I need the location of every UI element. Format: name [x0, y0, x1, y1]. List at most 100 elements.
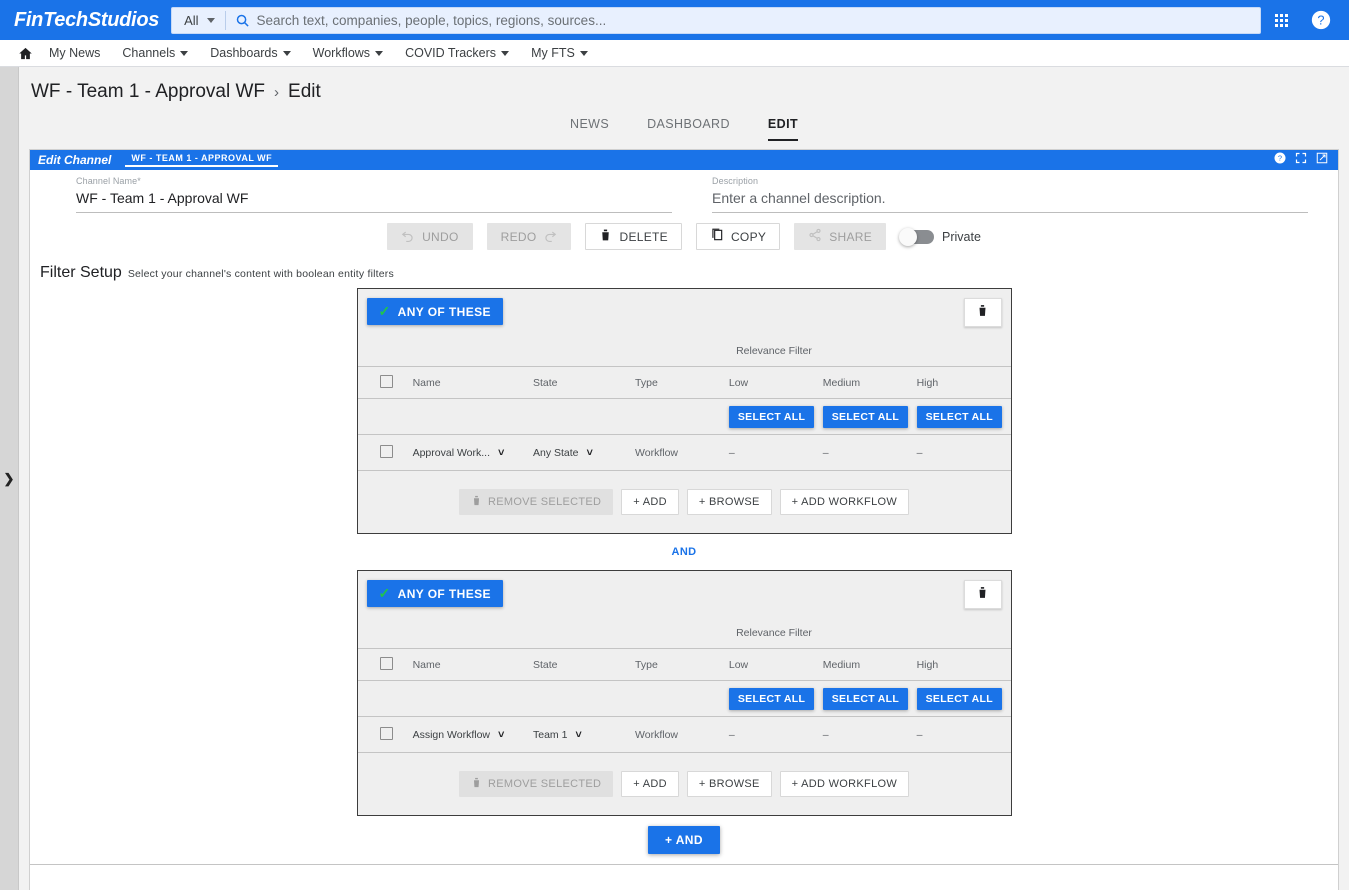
select-all-medium-cell: SELECT ALL [822, 398, 917, 435]
column-header-medium: Medium [822, 648, 917, 681]
copy-label: COPY [730, 229, 767, 244]
add-and-button[interactable]: + AND [648, 826, 720, 854]
filter-table: Name State Type Low Medium High SELECT A… [357, 648, 1011, 753]
select-all-high-button[interactable]: SELECT ALL [916, 405, 1002, 428]
channel-name-input[interactable]: WF - Team 1 - Approval WF [76, 186, 672, 213]
brand-logo[interactable]: FinTechStudios [0, 9, 171, 32]
select-all-low-button[interactable]: SELECT ALL [728, 687, 815, 710]
search-icon [235, 13, 250, 28]
row-name-cell: Approval Work... ˅ [412, 434, 533, 471]
select-all-medium-button[interactable]: SELECT ALL [822, 687, 909, 710]
trash-icon [471, 494, 482, 510]
help-circle-icon[interactable]: ? [1301, 0, 1341, 40]
search-scope-selector[interactable]: All [172, 10, 226, 30]
row-low-cell[interactable]: – [728, 716, 823, 753]
row-state-cell: Team 1 ˅ [532, 716, 636, 753]
channel-name-field[interactable]: Channel Name* WF - Team 1 - Approval WF [76, 176, 672, 213]
share-button[interactable]: SHARE [794, 223, 887, 250]
column-header-high: High [916, 366, 1011, 399]
operator-button[interactable]: ✓ ANY OF THESE [366, 298, 503, 325]
row-low-cell[interactable]: – [728, 434, 823, 471]
nav-item-covid-trackers[interactable]: COVID Trackers [394, 40, 520, 66]
select-all-row: SELECT ALL SELECT ALL SELECT ALL [357, 398, 1011, 435]
add-workflow-button[interactable]: + ADD WORKFLOW [779, 771, 910, 797]
chevron-right-icon: ❯ [3, 470, 15, 486]
help-circle-icon[interactable]: ? [1274, 151, 1286, 169]
select-all-high-cell: SELECT ALL [916, 680, 1011, 717]
sidebar-expand-toggle[interactable]: ❯ [0, 67, 18, 890]
select-all-low-button[interactable]: SELECT ALL [728, 405, 815, 428]
delete-block-button[interactable] [963, 298, 1002, 327]
search-bar[interactable]: All [171, 6, 1261, 34]
description-field[interactable]: Description Enter a channel description. [712, 176, 1308, 213]
trash-icon [471, 776, 482, 792]
redo-icon [543, 228, 557, 245]
fullscreen-icon[interactable] [1295, 151, 1307, 169]
toggle-knob [899, 227, 918, 246]
delete-block-button[interactable] [963, 580, 1002, 609]
nav-item-workflows[interactable]: Workflows [302, 40, 394, 66]
select-all-checkbox[interactable] [379, 374, 393, 388]
redo-button[interactable]: REDO [486, 223, 572, 250]
row-name-dropdown[interactable]: Approval Work... ˅ [413, 447, 533, 459]
row-state-dropdown[interactable]: Team 1 ˅ [533, 729, 635, 741]
row-checkbox[interactable] [379, 444, 393, 458]
nav-item-channels[interactable]: Channels [111, 40, 199, 66]
nav-item-my-fts[interactable]: My FTS [520, 40, 599, 66]
operator-button[interactable]: ✓ ANY OF THESE [366, 580, 503, 607]
filter-block: ✓ ANY OF THESE Relevance Filter Name Sta… [356, 288, 1012, 534]
row-name-cell: Assign Workflow ˅ [412, 716, 533, 753]
description-input[interactable]: Enter a channel description. [712, 186, 1308, 213]
column-header-medium: Medium [822, 366, 917, 399]
row-name-dropdown[interactable]: Assign Workflow ˅ [413, 729, 533, 741]
row-checkbox-cell [357, 716, 413, 753]
row-high-cell[interactable]: – [916, 434, 1011, 471]
search-input[interactable] [256, 12, 1260, 28]
add-button[interactable]: + ADD [621, 489, 679, 515]
column-header-high: High [916, 648, 1011, 681]
row-high-cell[interactable]: – [916, 716, 1011, 753]
nav-item-my-news[interactable]: My News [38, 40, 111, 66]
remove-selected-button[interactable]: REMOVE SELECTED [458, 771, 614, 797]
column-header-name: Name [412, 366, 533, 399]
toggle-track[interactable] [899, 227, 935, 246]
open-editor-icon[interactable] [1316, 151, 1328, 169]
select-all-high-button[interactable]: SELECT ALL [916, 687, 1002, 710]
row-state-dropdown[interactable]: Any State ˅ [533, 447, 635, 459]
row-medium-cell[interactable]: – [822, 434, 917, 471]
relevance-filter-header: Relevance Filter [736, 627, 812, 639]
row-medium-cell[interactable]: – [822, 716, 917, 753]
delete-button[interactable]: DELETE [585, 223, 682, 250]
private-toggle[interactable]: Private [899, 223, 981, 250]
apps-grid-icon[interactable] [1261, 0, 1301, 40]
tab-dashboard[interactable]: DASHBOARD [647, 117, 730, 141]
home-icon[interactable] [12, 46, 38, 61]
check-icon: ✓ [378, 303, 391, 319]
remove-selected-button[interactable]: REMOVE SELECTED [458, 489, 614, 515]
card-subtitle-tab[interactable]: WF - TEAM 1 - APPROVAL WF [125, 153, 279, 167]
copy-button[interactable]: COPY [695, 223, 781, 250]
add-button[interactable]: + ADD [621, 771, 679, 797]
row-state-value: Any State [532, 446, 579, 459]
trash-icon [976, 303, 989, 323]
browse-button[interactable]: + BROWSE [686, 771, 772, 797]
select-all-medium-button[interactable]: SELECT ALL [822, 405, 909, 428]
undo-button[interactable]: UNDO [387, 223, 473, 250]
row-checkbox[interactable] [379, 726, 393, 740]
operator-label: ANY OF THESE [397, 304, 491, 319]
bottom-divider [30, 864, 1338, 865]
select-all-checkbox-cell [357, 648, 413, 681]
top-bar: FinTechStudios All ? [0, 0, 1349, 40]
select-all-checkbox[interactable] [379, 656, 393, 670]
column-header-name: Name [412, 648, 533, 681]
tab-edit[interactable]: EDIT [767, 117, 798, 141]
column-header-type: Type [635, 648, 729, 681]
nav-item-dashboards[interactable]: Dashboards [199, 40, 301, 66]
browse-button[interactable]: + BROWSE [686, 489, 772, 515]
breadcrumb: WF - Team 1 - Approval WF › Edit [19, 67, 1349, 103]
filter-block-toolbar: ✓ ANY OF THESE [358, 289, 1011, 327]
tab-news[interactable]: NEWS [570, 117, 609, 141]
breadcrumb-root[interactable]: WF - Team 1 - Approval WF [31, 81, 265, 103]
add-workflow-button[interactable]: + ADD WORKFLOW [779, 489, 910, 515]
undo-label: UNDO [422, 229, 459, 244]
